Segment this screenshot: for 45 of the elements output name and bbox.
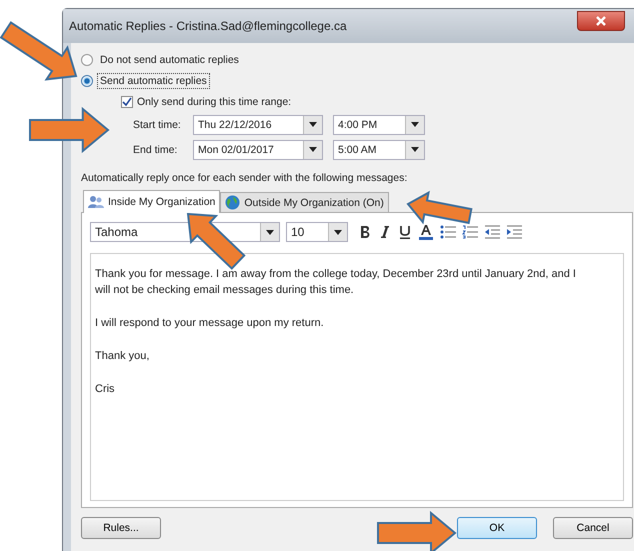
numbered-list-icon[interactable]: [462, 225, 478, 239]
date-dropdown[interactable]: Thu 22/12/2016: [193, 114, 323, 134]
instruction-text: Automatically reply once for each sender with the following messages:: [81, 172, 408, 186]
dialog-button[interactable]: Cancel: [553, 517, 633, 539]
increase-indent-icon[interactable]: [506, 225, 522, 239]
dropdown-arrow-icon: [266, 230, 274, 234]
time-dropdown[interactable]: 5:00 AM: [333, 140, 425, 160]
dropdown-arrow-icon: [411, 147, 419, 152]
checkbox-label[interactable]: Only send during this time range:: [137, 96, 292, 108]
close-button[interactable]: [577, 11, 625, 31]
radio-button[interactable]: [81, 74, 93, 86]
checkbox[interactable]: [121, 96, 133, 108]
close-icon: [595, 15, 607, 27]
dropdown-arrow-icon: [334, 230, 342, 234]
dropdown-arrow-icon: [309, 147, 317, 152]
message-paragraph: Thank you,: [95, 349, 150, 364]
radio-label[interactable]: Send automatic replies: [97, 72, 210, 88]
field-label: Start time:: [133, 118, 182, 130]
dialog-button[interactable]: Rules...: [81, 517, 161, 539]
tab[interactable]: Outside My Organization (On): [220, 192, 389, 212]
message-editor[interactable]: [90, 253, 624, 501]
globe-icon: [225, 195, 240, 210]
time-dropdown[interactable]: 4:00 PM: [333, 114, 425, 134]
field-label: End time:: [133, 144, 178, 156]
underline-icon[interactable]: [398, 224, 412, 240]
font-color-icon[interactable]: [418, 224, 434, 240]
radio-button[interactable]: [81, 54, 93, 66]
dropdown-arrow-icon: [309, 122, 317, 127]
people-icon: [88, 195, 104, 209]
date-dropdown[interactable]: Mon 02/01/2017: [193, 140, 323, 160]
message-paragraph: Cris: [95, 382, 116, 397]
radio-label[interactable]: Do not send automatic replies: [97, 52, 242, 68]
dialog-button[interactable]: OK: [457, 517, 537, 539]
font-size-dropdown[interactable]: 10: [286, 222, 348, 242]
message-paragraph: Thank you for message. I am away from the college today, December 23rd until January 2nd, and I will not be checking email messages during this time.: [95, 267, 577, 298]
annotation-arrow: [186, 212, 246, 270]
dropdown-arrow-icon: [411, 122, 419, 127]
bullet-list-icon[interactable]: [440, 225, 456, 239]
window-title: Automatic Replies - Cristina.Sad@flemingcollege.ca: [69, 19, 348, 33]
annotation-arrow: [406, 190, 472, 224]
italic-icon[interactable]: [378, 224, 392, 240]
tab[interactable]: Inside My Organization: [83, 190, 220, 213]
message-paragraph: I will respond to your message upon my return.: [95, 316, 325, 331]
bold-icon[interactable]: [358, 224, 372, 240]
decrease-indent-icon[interactable]: [484, 225, 500, 239]
